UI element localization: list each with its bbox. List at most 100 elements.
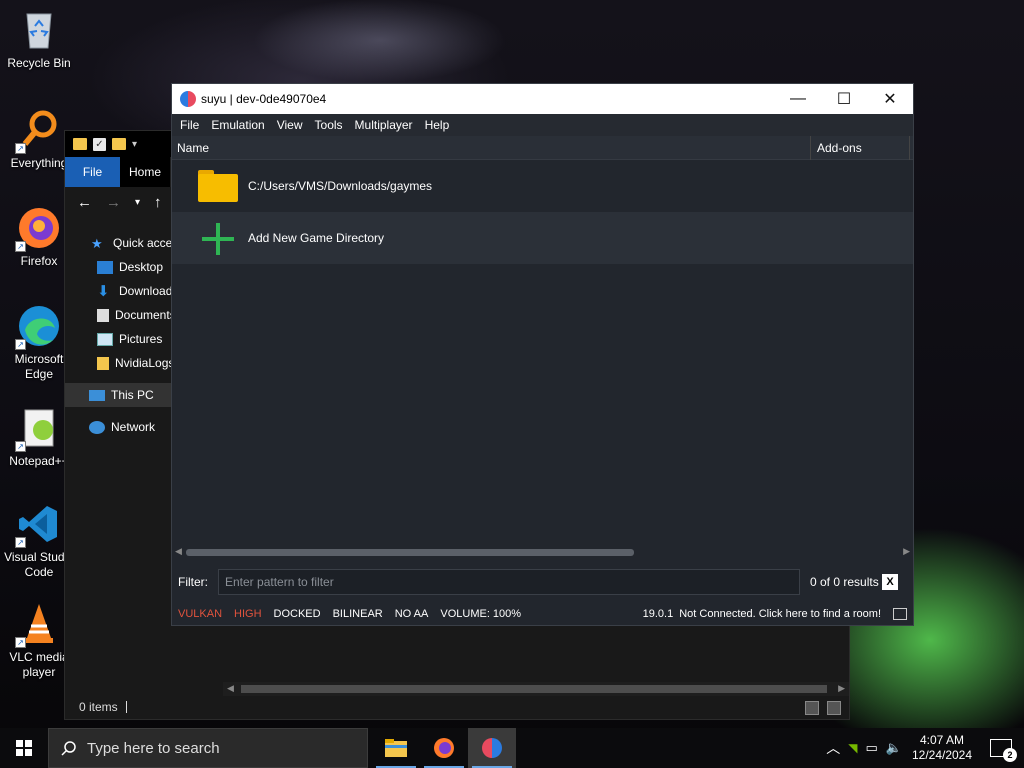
menu-help[interactable]: Help [419, 118, 456, 132]
status-multiplayer[interactable]: Not Connected. Click here to find a room… [679, 608, 881, 620]
recycle-bin-icon [17, 8, 61, 52]
status-scaling-filter[interactable]: BILINEAR [333, 608, 383, 620]
status-graphics-api[interactable]: VULKAN [178, 608, 222, 620]
system-tray: ︿ ◥ ▭ 🔈 4:07 AM 12/24/2024 2 [826, 733, 1024, 763]
sidebar-item-label: Network [111, 420, 156, 434]
plus-icon [202, 223, 234, 255]
filter-results-count: 0 of 0 results [810, 575, 879, 589]
sidebar-item-desktop[interactable]: Desktop [65, 255, 175, 279]
sidebar-item-pictures[interactable]: Pictures [65, 327, 175, 351]
firefox-icon [434, 738, 454, 758]
shortcut-arrow-icon: ↗ [15, 537, 26, 548]
chevron-down-icon[interactable]: ▾ [132, 139, 137, 150]
sidebar-item-nvidialogs[interactable]: NvidiaLogs [65, 351, 175, 375]
explorer-horizontal-scrollbar[interactable]: ◀ ▶ [223, 682, 849, 696]
properties-icon[interactable]: ✓ [93, 137, 106, 151]
nvidia-icon[interactable]: ◥ [848, 741, 857, 755]
action-center-icon[interactable]: 2 [990, 739, 1017, 762]
document-icon [97, 308, 109, 322]
suyu-window: suyu | dev-0de49070e4 — ☐ ✕ File Emulati… [171, 83, 914, 626]
computer-icon [89, 389, 105, 401]
menu-tools[interactable]: Tools [309, 118, 349, 132]
game-list-header: Name Add-ons [172, 136, 913, 160]
file-explorer-icon [385, 739, 407, 757]
desktop-icon-recycle-bin[interactable]: Recycle Bin [2, 8, 76, 71]
start-button[interactable] [0, 728, 48, 768]
maximize-button[interactable]: ☐ [821, 84, 867, 114]
status-anti-aliasing[interactable]: NO AA [395, 608, 429, 620]
sidebar-item-network[interactable]: Network [65, 415, 175, 439]
scrollbar-thumb[interactable] [241, 685, 827, 693]
filter-input[interactable] [218, 569, 800, 595]
shortcut-arrow-icon: ↗ [15, 143, 26, 154]
sidebar-item-documents[interactable]: Documents [65, 303, 175, 327]
show-hidden-icons-icon[interactable]: ︿ [826, 738, 840, 758]
desktop-icon-label: Notepad++ [9, 454, 69, 468]
up-arrow-icon[interactable]: ↑ [154, 194, 162, 211]
network-icon [89, 420, 105, 434]
suyu-logo-icon [180, 91, 196, 107]
recent-locations-icon[interactable]: ▾ [135, 197, 140, 208]
desktop-icon-label: Firefox [20, 254, 58, 268]
desktop-icon-label: Everything [10, 156, 68, 170]
filter-label: Filter: [178, 575, 208, 589]
add-game-directory-label: Add New Game Directory [248, 231, 385, 245]
everything-icon: ↗ [15, 108, 61, 154]
sidebar-item-label: Desktop [119, 260, 164, 274]
desktop-icon-label: Microsoft Edge [14, 352, 64, 381]
explorer-status-bar: 0 items [65, 695, 849, 719]
clear-filter-button[interactable]: X [882, 574, 898, 590]
add-game-directory-row[interactable]: Add New Game Directory [172, 212, 913, 264]
sidebar-item-label: Downloads [119, 284, 175, 298]
back-arrow-icon[interactable]: ← [77, 194, 92, 211]
volume-muted-icon[interactable]: 🔈 [886, 740, 902, 756]
notepadpp-icon: ↗ [15, 406, 61, 452]
item-count: 0 items [79, 700, 118, 714]
scrollbar-thumb[interactable] [186, 549, 634, 556]
sidebar-item-quick-access[interactable]: ★ Quick access [65, 231, 175, 255]
clock-date: 12/24/2024 [911, 748, 973, 762]
sidebar-item-label: This PC [111, 388, 154, 402]
star-icon: ★ [91, 235, 103, 251]
status-volume[interactable]: VOLUME: 100% [440, 608, 521, 620]
scroll-left-icon[interactable]: ◀ [227, 683, 234, 694]
details-view-icon[interactable] [805, 701, 819, 715]
large-icons-view-icon[interactable] [827, 701, 841, 715]
menu-emulation[interactable]: Emulation [205, 118, 270, 132]
window-title: suyu | dev-0de49070e4 [201, 92, 327, 106]
ribbon-tab-home[interactable]: Home [120, 157, 170, 187]
taskbar-file-explorer[interactable] [372, 728, 420, 768]
sidebar-item-label: Pictures [119, 332, 163, 346]
sidebar-item-downloads[interactable]: ⬇ Downloads [65, 279, 175, 303]
new-folder-icon[interactable] [112, 138, 126, 150]
forward-arrow-icon[interactable]: → [106, 194, 121, 211]
search-placeholder: Type here to search [87, 739, 220, 757]
status-gpu-accuracy[interactable]: HIGH [234, 608, 262, 620]
taskbar-suyu[interactable] [468, 728, 516, 768]
scroll-right-icon[interactable]: ▶ [903, 546, 910, 557]
suyu-titlebar: suyu | dev-0de49070e4 — ☐ ✕ [172, 84, 913, 114]
column-header-name[interactable]: Name [177, 141, 209, 155]
network-icon[interactable]: ▭ [866, 740, 878, 756]
sidebar-item-this-pc[interactable]: This PC [65, 383, 175, 407]
game-list-horizontal-scrollbar[interactable]: ◀ ▶ [172, 545, 913, 559]
game-directory-row[interactable]: C:/Users/VMS/Downloads/gaymes [172, 160, 913, 212]
taskbar-search-box[interactable]: Type here to search [48, 728, 368, 768]
menu-view[interactable]: View [271, 118, 309, 132]
scroll-left-icon[interactable]: ◀ [175, 546, 182, 557]
clock[interactable]: 4:07 AM 12/24/2024 [910, 733, 974, 763]
taskbar-firefox[interactable] [420, 728, 468, 768]
ribbon-tab-file[interactable]: File [65, 157, 120, 187]
status-version: 19.0.1 [642, 608, 674, 620]
close-button[interactable]: ✕ [867, 84, 913, 114]
scroll-right-icon[interactable]: ▶ [838, 683, 845, 694]
network-status-icon[interactable] [893, 608, 907, 620]
firefox-icon: ↗ [15, 206, 61, 252]
menu-file[interactable]: File [174, 118, 205, 132]
column-header-addons[interactable]: Add-ons [810, 136, 910, 160]
minimize-button[interactable]: — [775, 84, 821, 114]
desktop-icon-label: Recycle Bin [7, 56, 71, 70]
menu-multiplayer[interactable]: Multiplayer [349, 118, 419, 132]
download-arrow-icon: ⬇ [97, 282, 110, 300]
status-dock-mode[interactable]: DOCKED [274, 608, 321, 620]
